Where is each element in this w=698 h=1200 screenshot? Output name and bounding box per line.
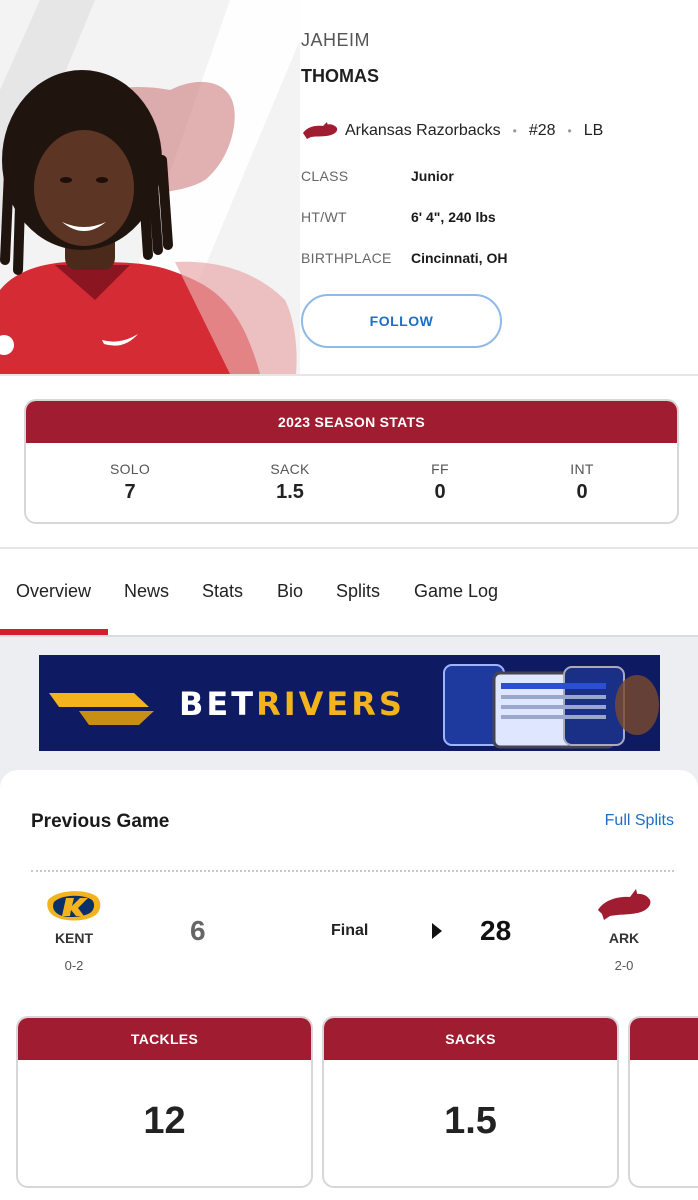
tab-splits[interactable]: Splits bbox=[336, 581, 380, 602]
game-stat-card-partial bbox=[628, 1016, 698, 1188]
follow-button[interactable]: FOLLOW bbox=[301, 294, 502, 348]
season-stats-title: 2023 SEASON STATS bbox=[26, 401, 677, 443]
stat-label: INT bbox=[570, 461, 594, 477]
separator-dot: • bbox=[512, 124, 517, 138]
info-label: BIRTHPLACE bbox=[301, 250, 392, 266]
game-status: Final bbox=[331, 922, 369, 939]
away-score: 6 bbox=[190, 915, 206, 946]
info-row-htwt: HT/WT 6' 4", 240 lbs bbox=[301, 207, 496, 227]
tab-overview[interactable]: Overview bbox=[16, 581, 91, 602]
team-name[interactable]: Arkansas Razorbacks bbox=[345, 122, 501, 140]
separator-dot: • bbox=[567, 124, 572, 138]
divider bbox=[0, 374, 698, 376]
jersey-number: #28 bbox=[528, 122, 556, 139]
away-team-record: 0-2 bbox=[64, 958, 84, 973]
player-photo bbox=[0, 0, 300, 374]
info-row-birthplace: BIRTHPLACE Cincinnati, OH bbox=[301, 248, 507, 268]
home-team-abbr: ARK bbox=[608, 930, 640, 946]
player-first-name: JAHEIM bbox=[301, 30, 371, 50]
tab-game-log[interactable]: Game Log bbox=[414, 581, 498, 602]
info-label: HT/WT bbox=[301, 209, 347, 225]
player-header: JAHEIM THOMAS Arkansas Razorbacks • #28 … bbox=[0, 0, 698, 374]
previous-game-title: Previous Game bbox=[31, 811, 170, 832]
game-stat-card-tackles: TACKLES 12 bbox=[16, 1016, 313, 1188]
home-score: 28 bbox=[480, 915, 512, 946]
stat-label: SOLO bbox=[109, 461, 151, 477]
info-label: CLASS bbox=[301, 168, 349, 184]
ad-brand-rivers: RIVERS bbox=[256, 685, 405, 723]
stat-value: 1.5 bbox=[276, 481, 304, 503]
season-stats-card: 2023 SEASON STATS SOLO 7 SACK 1.5 FF 0 I… bbox=[24, 399, 679, 524]
position: LB bbox=[583, 122, 604, 139]
tab-stats[interactable]: Stats bbox=[202, 581, 243, 602]
season-stat-solo: SOLO 7 bbox=[80, 461, 180, 504]
home-team-record: 2-0 bbox=[614, 958, 634, 973]
stat-value: 7 bbox=[124, 481, 136, 503]
home-team[interactable]: ARK 2-0 bbox=[584, 886, 664, 973]
tab-bar: Overview News Stats Bio Splits Game Log bbox=[0, 549, 698, 635]
betrivers-ad-banner[interactable]: BETRIVERS bbox=[39, 655, 660, 751]
tab-bio[interactable]: Bio bbox=[277, 581, 303, 602]
season-stat-sack: SACK 1.5 bbox=[240, 461, 340, 504]
dotted-divider bbox=[31, 870, 674, 872]
stat-value: 0 bbox=[576, 481, 588, 503]
info-row-class: CLASS Junior bbox=[301, 166, 454, 186]
full-splits-link[interactable]: Full Splits bbox=[605, 812, 674, 830]
season-stat-int: INT 0 bbox=[532, 461, 632, 504]
winner-arrow-icon bbox=[432, 923, 442, 939]
stat-label: SACK bbox=[270, 461, 310, 477]
season-stat-ff: FF 0 bbox=[390, 461, 490, 504]
info-value: 6' 4", 240 lbs bbox=[411, 209, 496, 225]
stat-card-label: SACKS bbox=[324, 1018, 617, 1060]
tab-news[interactable]: News bbox=[124, 581, 169, 602]
kent-state-logo-icon bbox=[47, 891, 101, 921]
team-line: Arkansas Razorbacks • #28 • LB bbox=[301, 120, 603, 142]
game-stat-card-sacks: SACKS 1.5 bbox=[322, 1016, 619, 1188]
stat-card-label: TACKLES bbox=[18, 1018, 311, 1060]
info-value: Cincinnati, OH bbox=[411, 250, 508, 266]
stat-card-label bbox=[630, 1018, 698, 1060]
stat-card-value: 12 bbox=[143, 1100, 186, 1142]
info-value: Junior bbox=[411, 168, 454, 184]
player-last-name: THOMAS bbox=[301, 66, 379, 86]
stat-label: FF bbox=[431, 461, 449, 477]
ad-brand-text: BETRIVERS bbox=[179, 685, 405, 723]
razorback-logo-icon bbox=[598, 889, 651, 920]
away-team[interactable]: KENT 0-2 bbox=[34, 886, 114, 973]
ad-brand-bet: BET bbox=[179, 685, 257, 723]
previous-game-card: Previous Game Full Splits KENT 0-2 6 Fin… bbox=[0, 770, 698, 1200]
away-team-abbr: KENT bbox=[54, 930, 94, 946]
razorback-logo-icon bbox=[303, 122, 338, 139]
stat-card-value: 1.5 bbox=[444, 1100, 497, 1142]
stat-value: 0 bbox=[434, 481, 446, 503]
